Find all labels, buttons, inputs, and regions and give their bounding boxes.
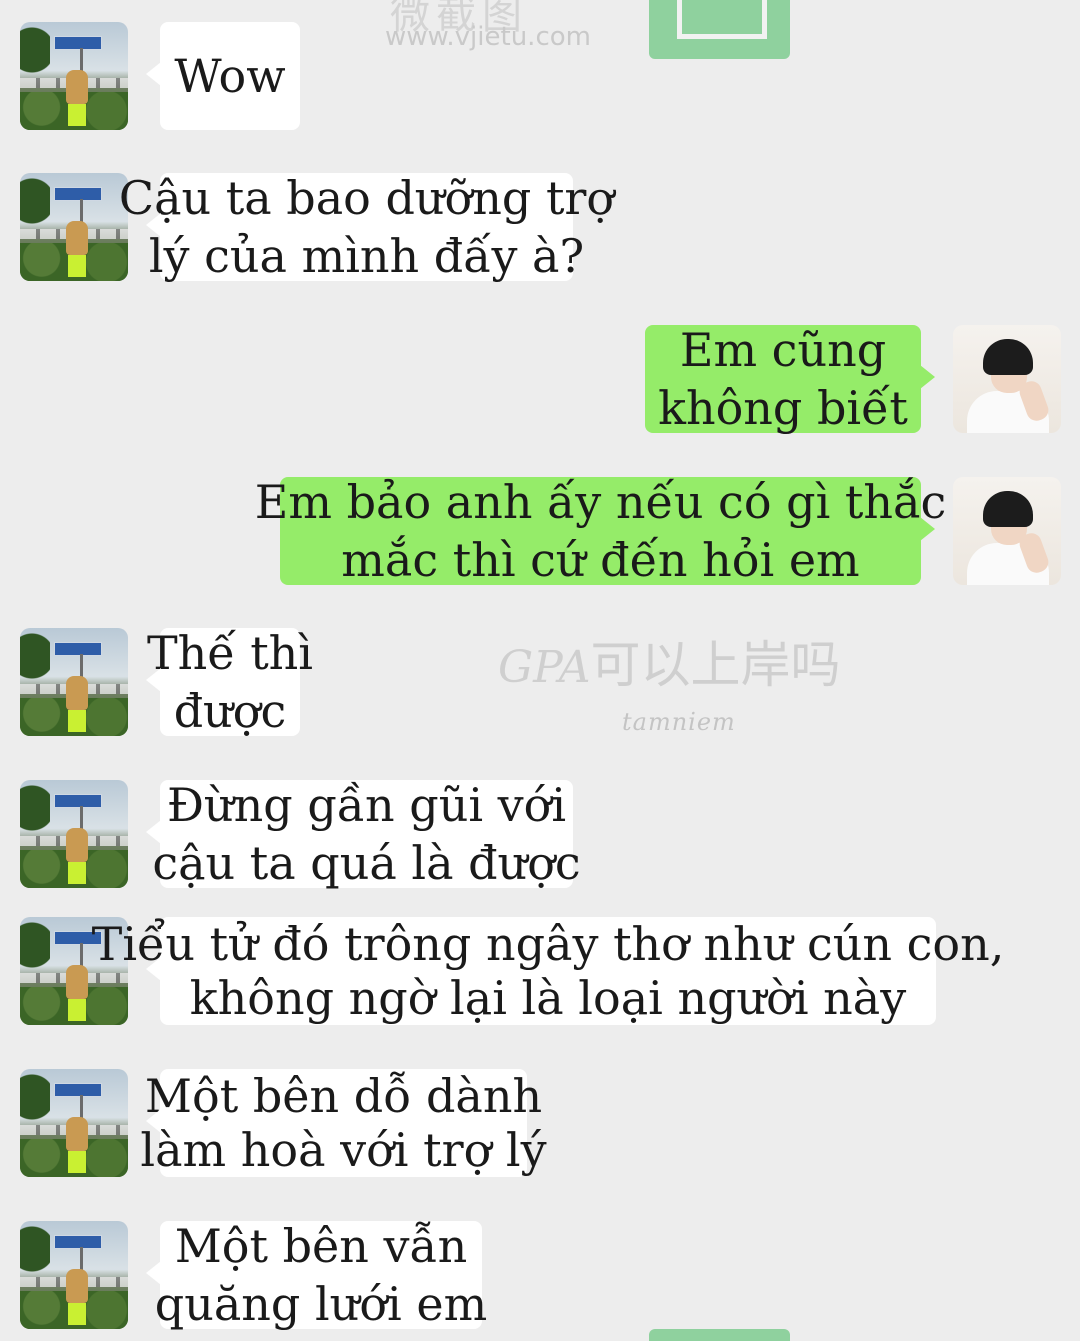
- watermark-cn: 可以上岸吗: [590, 636, 841, 694]
- message-text: cậu ta quá là được: [152, 836, 581, 890]
- message-bubble-incoming[interactable]: Một bên vẫn quăng lưới em: [146, 1219, 487, 1331]
- watermark-top: 微截图 www.vjietu.com: [385, 0, 630, 60]
- message-text: Wow: [174, 49, 286, 103]
- watermark-center: GPA可以上岸吗: [498, 625, 841, 697]
- contact-avatar[interactable]: [20, 173, 128, 281]
- message-text: Một bên dỗ dành: [144, 1069, 543, 1123]
- watermark-crop-icon-bottom: [649, 1329, 790, 1341]
- message-bubble-outgoing[interactable]: Em bảo anh ấy nếu có gì thắc mắc thì cứ …: [255, 475, 946, 587]
- message-bubble-incoming[interactable]: Một bên dỗ dành làm hoà với trợ lý: [140, 1069, 547, 1177]
- message-bubble-incoming[interactable]: Cậu ta bao dưỡng trợ lý của mình đấy à?: [119, 171, 614, 283]
- message-bubble-outgoing[interactable]: Em cũng không biết: [645, 323, 935, 435]
- message-text: Cậu ta bao dưỡng trợ: [118, 171, 615, 225]
- message-text: quăng lưới em: [154, 1277, 488, 1331]
- message-text: Em cũng: [679, 323, 887, 377]
- contact-avatar[interactable]: [20, 22, 128, 130]
- watermark-credit: tamniem: [622, 708, 736, 736]
- watermark-url: www.vjietu.com: [385, 22, 591, 52]
- contact-avatar[interactable]: [20, 628, 128, 736]
- watermark-crop-icon: [649, 0, 790, 59]
- message-text: Em bảo anh ấy nếu có gì thắc: [254, 475, 947, 529]
- message-bubble-incoming[interactable]: Thế thì được: [146, 626, 313, 738]
- message-bubble-incoming[interactable]: Tiểu tử đó trông ngây thơ như cún con, k…: [92, 917, 1004, 1025]
- message-text: lý của mình đấy à?: [148, 229, 585, 283]
- message-text: Một bên vẫn: [174, 1219, 468, 1273]
- contact-avatar[interactable]: [20, 1221, 128, 1329]
- message-text: Thế thì: [146, 626, 314, 680]
- message-text: mắc thì cứ đến hỏi em: [341, 533, 860, 587]
- message-text: được: [173, 684, 287, 738]
- message-bubble-incoming[interactable]: Đừng gần gũi với cậu ta quá là được: [146, 778, 581, 890]
- contact-avatar[interactable]: [20, 1069, 128, 1177]
- message-text: Tiểu tử đó trông ngây thơ như cún con,: [91, 917, 1005, 971]
- message-bubble-incoming[interactable]: Wow: [146, 22, 300, 130]
- message-text: không biết: [658, 381, 908, 435]
- message-text: không ngờ lại là loại người này: [189, 971, 907, 1025]
- message-text: Đừng gần gũi với: [166, 778, 567, 832]
- contact-avatar[interactable]: [20, 780, 128, 888]
- my-avatar[interactable]: [953, 325, 1061, 433]
- watermark-gpa: GPA: [498, 642, 591, 693]
- my-avatar[interactable]: [953, 477, 1061, 585]
- message-text: làm hoà với trợ lý: [140, 1123, 547, 1177]
